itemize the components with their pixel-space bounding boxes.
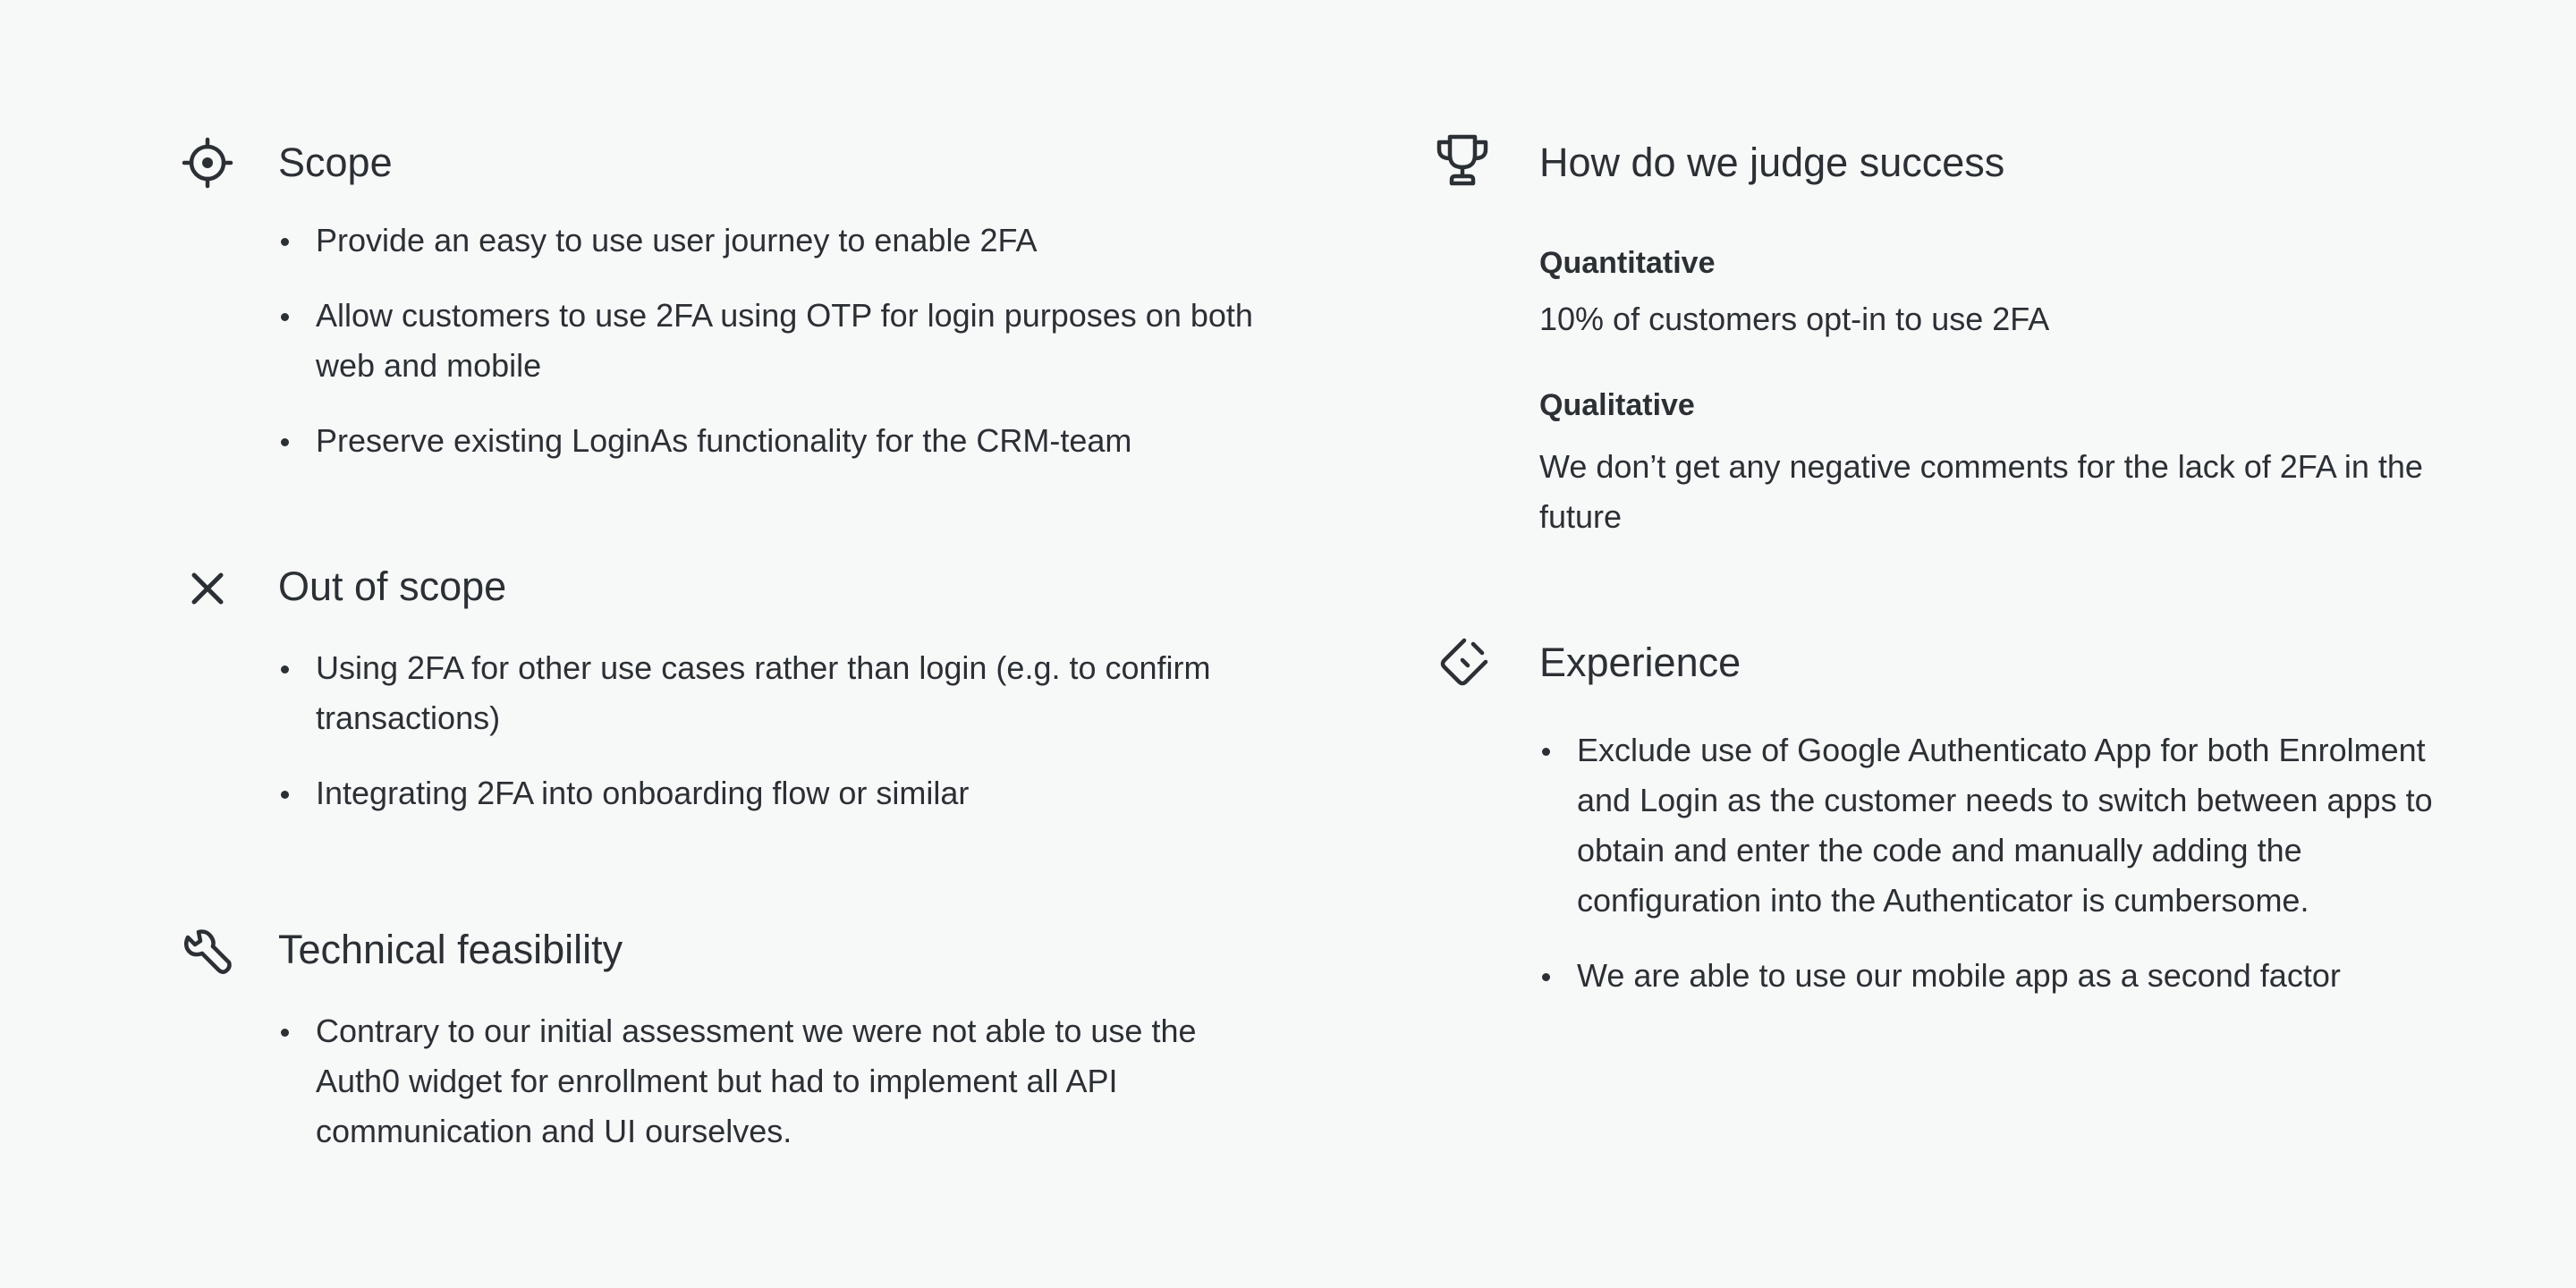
list-item: Using 2FA for other use cases rather tha… bbox=[278, 643, 1271, 743]
out-of-scope-heading: Out of scope bbox=[278, 564, 507, 609]
list-item: Exclude use of Google Authenticato App f… bbox=[1539, 725, 2443, 926]
list-item: Provide an easy to use user journey to e… bbox=[278, 216, 1262, 266]
quantitative-label: Quantitative bbox=[1539, 246, 1716, 280]
list-item: Integrating 2FA into onboarding flow or … bbox=[278, 768, 1271, 818]
close-icon bbox=[179, 560, 236, 617]
qualitative-label: Qualitative bbox=[1539, 388, 1695, 422]
wrench-icon bbox=[179, 923, 236, 980]
technical-feasibility-list: Contrary to our initial assessment we we… bbox=[278, 1006, 1217, 1182]
experience-list: Exclude use of Google Authenticato App f… bbox=[1539, 725, 2443, 1026]
quantitative-text: 10% of customers opt-in to use 2FA bbox=[1539, 301, 2050, 337]
target-icon bbox=[179, 134, 236, 191]
list-item: Contrary to our initial assessment we we… bbox=[278, 1006, 1217, 1157]
technical-feasibility-heading: Technical feasibility bbox=[278, 927, 623, 972]
experience-heading: Experience bbox=[1539, 640, 1741, 685]
trophy-icon bbox=[1434, 131, 1491, 189]
out-of-scope-list: Using 2FA for other use cases rather tha… bbox=[278, 643, 1271, 843]
scope-heading: Scope bbox=[278, 140, 393, 185]
scope-list: Provide an easy to use user journey to e… bbox=[278, 216, 1262, 491]
qualitative-text: We don’t get any negative comments for t… bbox=[1539, 448, 2423, 535]
list-item: Preserve existing LoginAs functionality … bbox=[278, 416, 1262, 466]
list-item: Allow customers to use 2FA using OTP for… bbox=[278, 291, 1262, 391]
list-item: We are able to use our mobile app as a s… bbox=[1539, 951, 2443, 1001]
success-heading: How do we judge success bbox=[1539, 140, 2005, 185]
experience-icon bbox=[1436, 633, 1493, 691]
